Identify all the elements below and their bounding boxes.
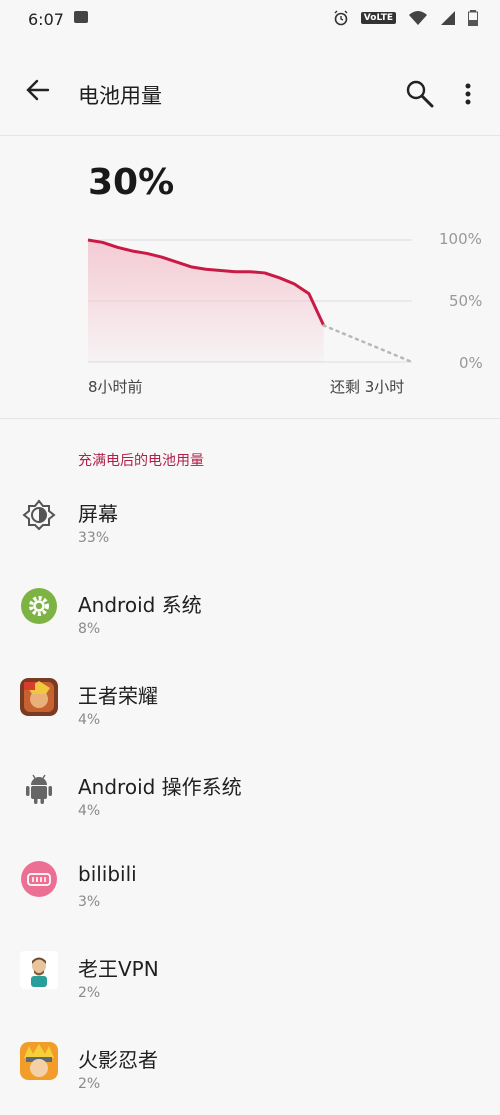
- back-arrow-icon[interactable]: [22, 74, 54, 106]
- signal-icon: [441, 11, 455, 25]
- battery-percent: 30%: [88, 162, 175, 203]
- battery-area-fill: [88, 240, 324, 362]
- app-name: 王者荣耀: [78, 684, 158, 708]
- battery-usage-chart: [87, 238, 414, 364]
- app-usage: 2%: [78, 1076, 101, 1092]
- divider: [0, 135, 500, 136]
- app-name: 老王VPN: [78, 957, 159, 981]
- app-usage: 4%: [78, 803, 101, 819]
- y-tick-50: 50%: [449, 292, 483, 310]
- app-name: 屏幕: [78, 502, 118, 526]
- x-label-end: 还剩 3小时: [330, 378, 405, 396]
- app-name: Android 系统: [78, 593, 202, 617]
- wifi-icon: [409, 11, 427, 25]
- section-title: 充满电后的电池用量: [78, 453, 204, 469]
- more-options-icon[interactable]: [458, 78, 478, 110]
- list-item-laowang-vpn[interactable]: 老王VPN 2%: [0, 933, 500, 1024]
- list-item-android-os[interactable]: Android 操作系统 4%: [0, 751, 500, 842]
- list-item-screen[interactable]: 屏幕 33%: [0, 478, 500, 569]
- x-label-start: 8小时前: [88, 378, 143, 396]
- image-notification-icon: [74, 11, 88, 23]
- status-bar: 6:07 VoLTE: [0, 0, 500, 38]
- list-item-bilibili[interactable]: bilibili 3%: [0, 842, 500, 933]
- app-usage: 2%: [78, 985, 101, 1001]
- app-usage: 33%: [78, 530, 110, 546]
- brightness-icon: [22, 499, 56, 531]
- android-robot-icon: [26, 774, 52, 804]
- app-toolbar: 电池用量: [0, 62, 500, 134]
- android-system-gear-icon: [21, 588, 57, 624]
- battery-icon: [468, 10, 478, 26]
- app-name: 火影忍者: [78, 1048, 158, 1072]
- status-time: 6:07: [28, 10, 64, 29]
- projected-battery-line: [322, 324, 414, 364]
- app-name: Android 操作系统: [78, 775, 242, 799]
- volte-badge: VoLTE: [360, 12, 396, 24]
- page-title: 电池用量: [78, 84, 162, 108]
- app-name: bilibili: [78, 862, 137, 886]
- list-item-android-system[interactable]: Android 系统 8%: [0, 569, 500, 660]
- y-tick-0: 0%: [459, 354, 483, 372]
- alarm-icon: [334, 10, 348, 26]
- naruto-app-icon: [20, 1042, 58, 1080]
- search-icon[interactable]: [404, 78, 436, 110]
- laowang-vpn-app-icon: [20, 951, 58, 989]
- divider: [0, 418, 500, 419]
- app-usage: 4%: [78, 712, 101, 728]
- honor-of-kings-app-icon: [20, 678, 58, 716]
- bilibili-app-icon: [21, 861, 57, 897]
- status-icons: VoLTE: [333, 10, 478, 26]
- list-item-honor-of-kings[interactable]: 王者荣耀 4%: [0, 660, 500, 751]
- app-usage: 3%: [78, 894, 101, 910]
- app-usage: 8%: [78, 621, 101, 637]
- app-usage-list: 屏幕 33% Android 系统 8% 王者荣耀 4% Android 操作系…: [0, 478, 500, 1115]
- y-tick-100: 100%: [439, 230, 482, 248]
- list-item-naruto[interactable]: 火影忍者 2%: [0, 1024, 500, 1115]
